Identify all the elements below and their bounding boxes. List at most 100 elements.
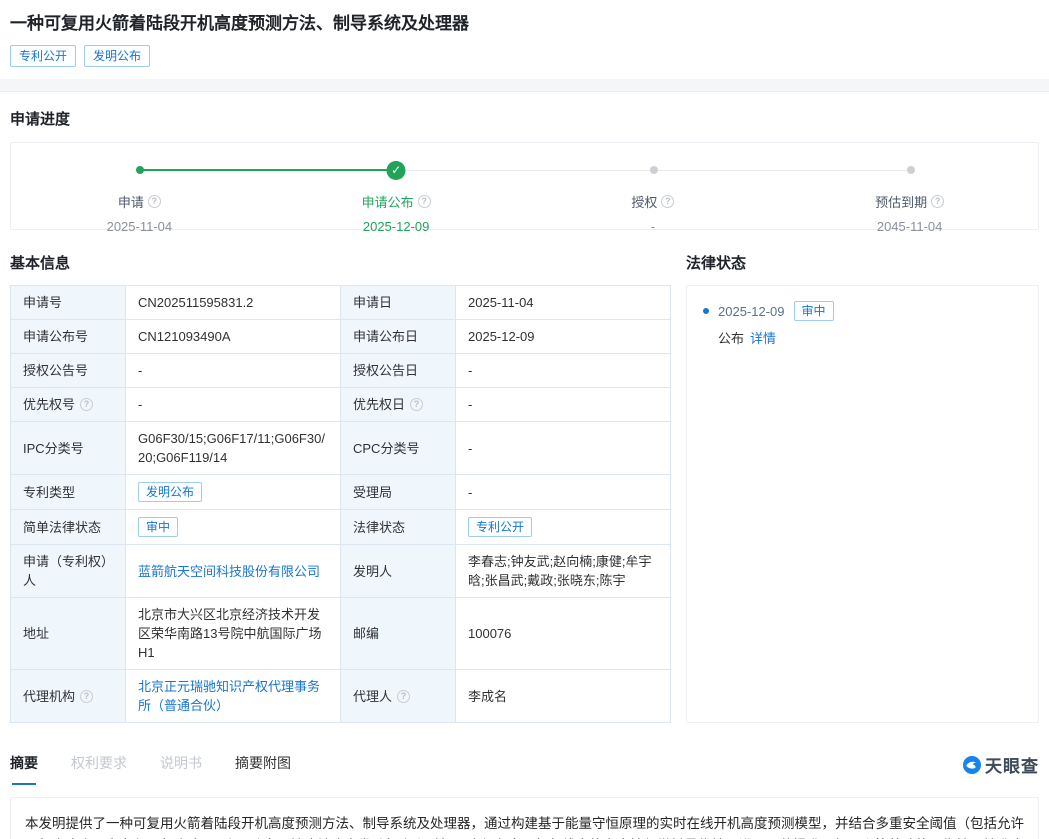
help-icon[interactable]: ? xyxy=(148,195,161,208)
field-value: - xyxy=(126,354,341,388)
inventors-value: 李春志;钟友武;赵向楠;康健;牟宇晗;张昌武;戴政;张晓东;陈宇 xyxy=(456,545,671,598)
field-label: 优先权号 xyxy=(23,395,75,414)
table-row: 优先权号? - 优先权日? - xyxy=(11,388,671,422)
field-value: - xyxy=(126,388,341,422)
status-badge-invention-publication: 发明公布 xyxy=(84,45,150,67)
tab-claims: 权利要求 xyxy=(71,753,127,785)
title-tag-row: 专利公开 发明公布 xyxy=(10,45,1039,67)
timeline-step-filed: 申请? 2025-11-04 xyxy=(11,192,268,234)
timeline-dot-granted xyxy=(650,166,658,174)
field-value: 北京市大兴区北京经济技术开发区荣华南路13号院中航国际广场H1 xyxy=(126,598,341,670)
field-value: 2025-11-04 xyxy=(456,286,671,320)
field-label: 法律状态 xyxy=(341,510,456,545)
field-label: 申请号 xyxy=(11,286,126,320)
brand-name: 天眼查 xyxy=(985,752,1039,777)
legal-entry-detail-link[interactable]: 详情 xyxy=(750,328,776,347)
timeline-step-granted: 授权? - xyxy=(525,192,782,234)
help-icon[interactable]: ? xyxy=(661,195,674,208)
page-title: 一种可复用火箭着陆段开机高度预测方法、制导系统及处理器 xyxy=(10,12,1039,36)
timeline-track: ✓ xyxy=(11,160,1038,180)
agency-link[interactable]: 北京正元瑞驰知识产权代理事务所（普通合伙） xyxy=(138,679,320,713)
field-label: 受理局 xyxy=(341,475,456,510)
table-row: 地址 北京市大兴区北京经济技术开发区荣华南路13号院中航国际广场H1 邮编 10… xyxy=(11,598,671,670)
bullet-icon xyxy=(703,308,709,314)
section-divider xyxy=(0,79,1049,92)
help-icon[interactable]: ? xyxy=(80,690,93,703)
field-value: 2025-12-09 xyxy=(456,320,671,354)
tab-abstract[interactable]: 摘要 xyxy=(10,753,38,785)
check-circle-icon: ✓ xyxy=(387,161,406,180)
timeline-segment-done xyxy=(140,169,396,171)
page-header: 一种可复用火箭着陆段开机高度预测方法、制导系统及处理器 专利公开 发明公布 xyxy=(0,0,1049,67)
patent-detail-page: 一种可复用火箭着陆段开机高度预测方法、制导系统及处理器 专利公开 发明公布 申请… xyxy=(0,0,1049,839)
field-label: 授权公告日 xyxy=(341,354,456,388)
step-date: 2045-11-04 xyxy=(781,219,1038,234)
field-label: 邮编 xyxy=(341,598,456,670)
table-row: 申请号 CN202511595831.2 申请日 2025-11-04 xyxy=(11,286,671,320)
legal-status-heading: 法律状态 xyxy=(686,230,1039,285)
field-label: 申请日 xyxy=(341,286,456,320)
patent-type-badge[interactable]: 发明公布 xyxy=(138,482,202,502)
field-value: 李成名 xyxy=(456,670,671,723)
legal-status-badge[interactable]: 专利公开 xyxy=(468,517,532,537)
field-value: - xyxy=(456,354,671,388)
content-tabs: 摘要 权利要求 说明书 摘要附图 天眼查 xyxy=(0,752,1049,785)
timeline-step-expiry: 预估到期? 2045-11-04 xyxy=(781,192,1038,234)
step-date: 2025-11-04 xyxy=(11,219,268,234)
field-label: 专利类型 xyxy=(11,475,126,510)
status-badge-patent-public: 专利公开 xyxy=(10,45,76,67)
timeline-dot-expiry xyxy=(907,166,915,174)
field-label: 优先权日 xyxy=(353,395,405,414)
legal-status-card: 2025-12-09 审中 公布 详情 xyxy=(686,285,1039,723)
field-label: 发明人 xyxy=(341,545,456,598)
tab-description: 说明书 xyxy=(160,753,202,785)
table-row: 代理机构? 北京正元瑞驰知识产权代理事务所（普通合伙） 代理人? 李成名 xyxy=(11,670,671,723)
help-icon[interactable]: ? xyxy=(931,195,944,208)
main-columns: 基本信息 申请号 CN202511595831.2 申请日 2025-11-04… xyxy=(0,230,1049,723)
step-date: 2025-12-09 xyxy=(268,219,525,234)
field-label: 代理机构 xyxy=(23,687,75,706)
basic-info-heading: 基本信息 xyxy=(10,230,670,285)
help-icon[interactable]: ? xyxy=(410,398,423,411)
field-value: CN202511595831.2 xyxy=(126,286,341,320)
applicant-link[interactable]: 蓝箭航天空间科技股份有限公司 xyxy=(138,564,320,579)
timeline-dot-filed xyxy=(136,166,144,174)
legal-status-section: 法律状态 2025-12-09 审中 公布 详情 xyxy=(686,230,1039,723)
table-row: 授权公告号 - 授权公告日 - xyxy=(11,354,671,388)
table-row: IPC分类号 G06F30/15;G06F17/11;G06F30/20;G06… xyxy=(11,422,671,475)
timeline-steps: 申请? 2025-11-04 申请公布? 2025-12-09 授权? - 预估… xyxy=(11,192,1038,234)
field-label: 申请（专利权）人 xyxy=(11,545,126,598)
field-label: 申请公布号 xyxy=(11,320,126,354)
tianyancha-logo-icon xyxy=(963,756,981,774)
field-value: 100076 xyxy=(456,598,671,670)
table-row: 简单法律状态 审中 法律状态 专利公开 xyxy=(11,510,671,545)
tab-abstract-figure[interactable]: 摘要附图 xyxy=(235,753,291,785)
field-label: IPC分类号 xyxy=(11,422,126,475)
application-progress-section: 申请进度 ✓ 申请? 2025-11-04 申请公布? 2025-12-09 xyxy=(0,92,1049,230)
simple-legal-status-badge[interactable]: 审中 xyxy=(138,517,178,537)
basic-info-section: 基本信息 申请号 CN202511595831.2 申请日 2025-11-04… xyxy=(10,230,670,723)
abstract-text: 本发明提供了一种可复用火箭着陆段开机高度预测方法、制导系统及处理器，通过构建基于… xyxy=(25,813,1024,839)
help-icon[interactable]: ? xyxy=(80,398,93,411)
field-value: - xyxy=(456,388,671,422)
step-date: - xyxy=(525,219,782,234)
abstract-panel: 本发明提供了一种可复用火箭着陆段开机高度预测方法、制导系统及处理器，通过构建基于… xyxy=(10,797,1039,839)
help-icon[interactable]: ? xyxy=(397,690,410,703)
legal-entry-status-badge: 审中 xyxy=(794,301,834,321)
field-label: 申请公布日 xyxy=(341,320,456,354)
field-label: CPC分类号 xyxy=(341,422,456,475)
brand-watermark: 天眼查 xyxy=(963,752,1039,785)
step-label: 申请公布 xyxy=(362,192,414,211)
step-label: 授权 xyxy=(631,192,657,211)
step-label: 预估到期 xyxy=(875,192,927,211)
legal-entry-action: 公布 xyxy=(718,328,744,347)
field-value: G06F30/15;G06F17/11;G06F30/20;G06F119/14 xyxy=(126,422,341,475)
field-label: 地址 xyxy=(11,598,126,670)
help-icon[interactable]: ? xyxy=(418,195,431,208)
field-value: - xyxy=(456,475,671,510)
field-label: 授权公告号 xyxy=(11,354,126,388)
progress-heading: 申请进度 xyxy=(10,108,1039,129)
timeline-step-published: 申请公布? 2025-12-09 xyxy=(268,192,525,234)
field-value: CN121093490A xyxy=(126,320,341,354)
basic-info-table: 申请号 CN202511595831.2 申请日 2025-11-04 申请公布… xyxy=(10,285,671,723)
